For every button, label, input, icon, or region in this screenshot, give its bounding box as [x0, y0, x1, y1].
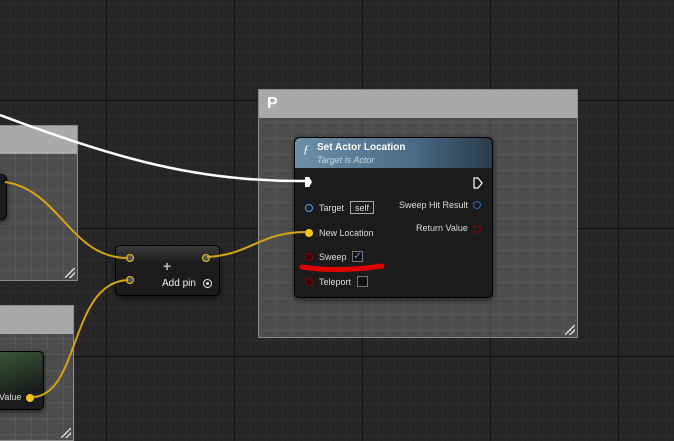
- vector-wire-bottom: [32, 279, 129, 398]
- exec-wire: [0, 113, 307, 183]
- red-underline-annotation: [299, 263, 385, 272]
- vector-wire-top: [4, 181, 129, 259]
- vector-wire-output: [206, 231, 307, 258]
- wires-layer: [0, 113, 385, 398]
